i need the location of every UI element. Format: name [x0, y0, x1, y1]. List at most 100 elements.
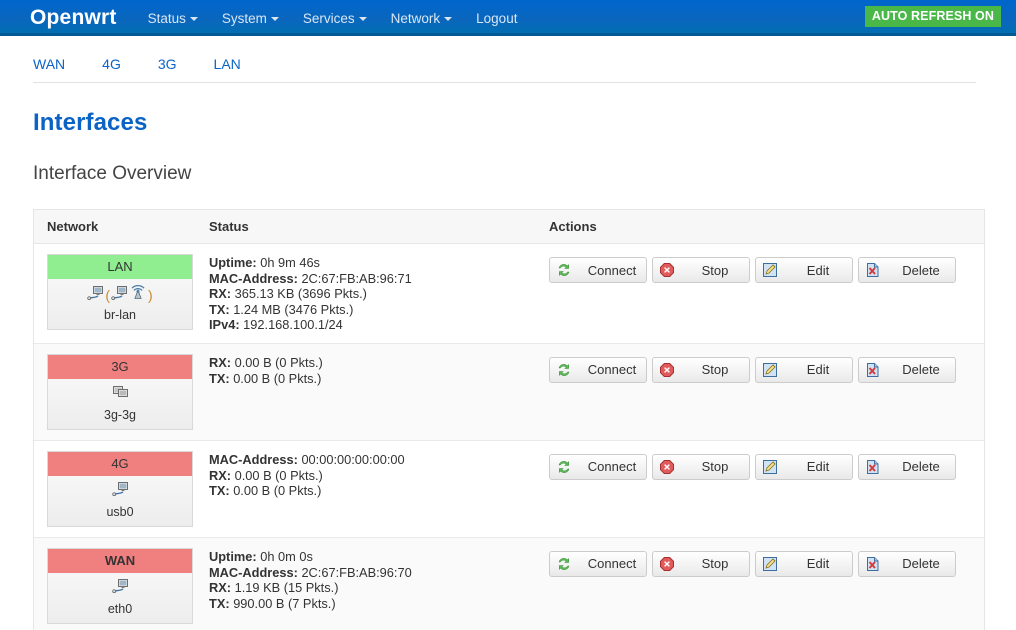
connect-button[interactable]: Connect: [549, 550, 647, 577]
stop-button[interactable]: Stop: [652, 257, 750, 283]
status-label: MAC-Address:: [209, 564, 298, 580]
table-row: WAN eth0 Uptime: 0h 0m 0s MAC-Address: 2C:6…: [34, 537, 984, 630]
status-cell: MAC-Address: 00:00:00:00:00:00 RX: 0.00 B…: [209, 451, 549, 527]
delete-icon: [865, 262, 881, 278]
nav-item-label: System: [221, 10, 267, 26]
interface-device-name: eth0: [107, 601, 133, 616]
stop-button-label: Stop: [701, 459, 729, 475]
nav-item-system[interactable]: System: [222, 11, 279, 26]
table-body: LAN() br-lan Uptime: 0h 9m 46s MAC-Address:…: [34, 244, 984, 630]
status-label: TX:: [209, 370, 230, 386]
delete-button[interactable]: Delete: [858, 550, 956, 577]
interface-icons: [48, 579, 192, 599]
nav-item-label: Status: [147, 10, 186, 26]
status-line: TX: 990.00 B (7 Pkts.): [209, 596, 549, 612]
status-line: MAC-Address: 2C:67:FB:AB:96:70: [209, 565, 549, 581]
nav-item-status[interactable]: Status: [148, 11, 198, 26]
interface-box[interactable]: WAN eth0: [47, 547, 193, 624]
status-label: RX:: [209, 580, 232, 596]
nav-menu: Status System Services Network Logout: [148, 11, 542, 26]
tab-lan[interactable]: LAN: [214, 56, 241, 72]
status-line: MAC-Address: 00:00:00:00:00:00: [209, 452, 549, 468]
interface-icons: [48, 385, 192, 405]
status-line: TX: 0.00 B (0 Pkts.): [209, 371, 549, 387]
edit-button-label: Edit: [806, 459, 830, 475]
status-line: RX: 365.13 KB (3696 Pkts.): [209, 286, 549, 302]
status-value: 1.19 KB (15 Pkts.): [234, 580, 339, 596]
interface-icons: [48, 482, 192, 502]
status-label: RX:: [209, 467, 232, 483]
brand-logo[interactable]: Openwrt: [30, 6, 117, 30]
edit-button[interactable]: Edit: [755, 257, 853, 283]
column-header-network: Network: [47, 219, 99, 234]
status-line: IPv4: 192.168.100.1/24: [209, 317, 549, 333]
delete-button[interactable]: Delete: [858, 257, 956, 283]
delete-button-label: Delete: [902, 459, 940, 475]
status-line: RX: 0.00 B (0 Pkts.): [209, 468, 549, 484]
chevron-down-icon: [189, 16, 198, 21]
interface-box[interactable]: LAN() br-lan: [47, 254, 193, 330]
edit-button-label: Edit: [806, 262, 830, 278]
connect-button[interactable]: Connect: [549, 453, 647, 480]
stop-button[interactable]: Stop: [652, 550, 750, 577]
status-line: MAC-Address: 2C:67:FB:AB:96:71: [209, 271, 549, 287]
page-title: Interfaces: [33, 109, 148, 136]
edit-icon: [762, 262, 778, 278]
stop-button[interactable]: Stop: [652, 453, 750, 480]
interface-tab-strip: WAN 4G 3G LAN: [33, 36, 976, 83]
nav-item-services[interactable]: Services: [303, 11, 367, 26]
edit-icon: [762, 556, 778, 572]
nav-item-network[interactable]: Network: [391, 11, 453, 26]
column-header-actions: Actions: [549, 219, 597, 234]
network-cell: 4G usb0: [34, 450, 209, 527]
interface-icons: (): [48, 284, 192, 307]
delete-button-label: Delete: [902, 556, 940, 572]
wifi-icon: [129, 284, 147, 307]
stop-button[interactable]: Stop: [652, 356, 750, 383]
interface-device-name: usb0: [106, 504, 134, 519]
ethernet-icon: [111, 480, 129, 503]
device-icon: [112, 383, 129, 406]
status-value: 0.00 B (0 Pkts.): [234, 467, 323, 483]
interface-box[interactable]: 4G usb0: [47, 450, 193, 527]
actions-cell: Connect Stop Edit Delete: [549, 254, 984, 333]
status-line: Uptime: 0h 9m 46s: [209, 255, 549, 271]
edit-button[interactable]: Edit: [755, 453, 853, 480]
ethernet-icon: [111, 577, 129, 600]
status-label: TX:: [209, 301, 230, 317]
interface-box-body: () br-lan: [48, 279, 192, 329]
status-line: Uptime: 0h 0m 0s: [209, 549, 549, 565]
delete-button[interactable]: Delete: [858, 356, 956, 383]
connect-button-label: Connect: [587, 262, 637, 278]
stop-button-label: Stop: [701, 362, 729, 378]
edit-icon: [762, 362, 778, 378]
auto-refresh-toggle[interactable]: AUTO REFRESH ON: [864, 6, 1001, 27]
tab-3g[interactable]: 3G: [158, 56, 177, 72]
interface-box[interactable]: 3G 3g-3g: [47, 353, 193, 430]
actions-cell: Connect Stop Edit Delete: [549, 548, 984, 624]
connect-icon: [556, 362, 572, 378]
delete-button[interactable]: Delete: [858, 453, 956, 480]
status-label: TX:: [209, 595, 230, 611]
status-badge: 3G: [48, 354, 192, 379]
status-label: MAC-Address:: [209, 451, 298, 467]
status-value: 365.13 KB (3696 Pkts.): [234, 286, 367, 302]
connect-button[interactable]: Connect: [549, 356, 647, 383]
tab-4g[interactable]: 4G: [102, 56, 121, 72]
connect-icon: [556, 262, 572, 278]
edit-button[interactable]: Edit: [755, 550, 853, 577]
section-title: Interface Overview: [33, 163, 192, 184]
network-cell: LAN() br-lan: [34, 254, 209, 333]
tab-wan[interactable]: WAN: [33, 56, 65, 72]
nav-item-logout[interactable]: Logout: [476, 11, 517, 26]
connect-button[interactable]: Connect: [549, 257, 647, 283]
nav-item-label: Services: [302, 10, 355, 26]
column-header-status: Status: [209, 219, 249, 234]
table-row: 4G usb0 MAC-Address: 00:00:00:00:00:00 RX: …: [34, 440, 984, 538]
status-value: 0h 0m 0s: [260, 548, 313, 564]
delete-button-label: Delete: [902, 262, 940, 278]
status-value: 0.00 B (0 Pkts.): [234, 354, 323, 370]
edit-button[interactable]: Edit: [755, 356, 853, 383]
status-value: 990.00 B (7 Pkts.): [233, 595, 336, 611]
status-badge: LAN: [48, 255, 192, 279]
